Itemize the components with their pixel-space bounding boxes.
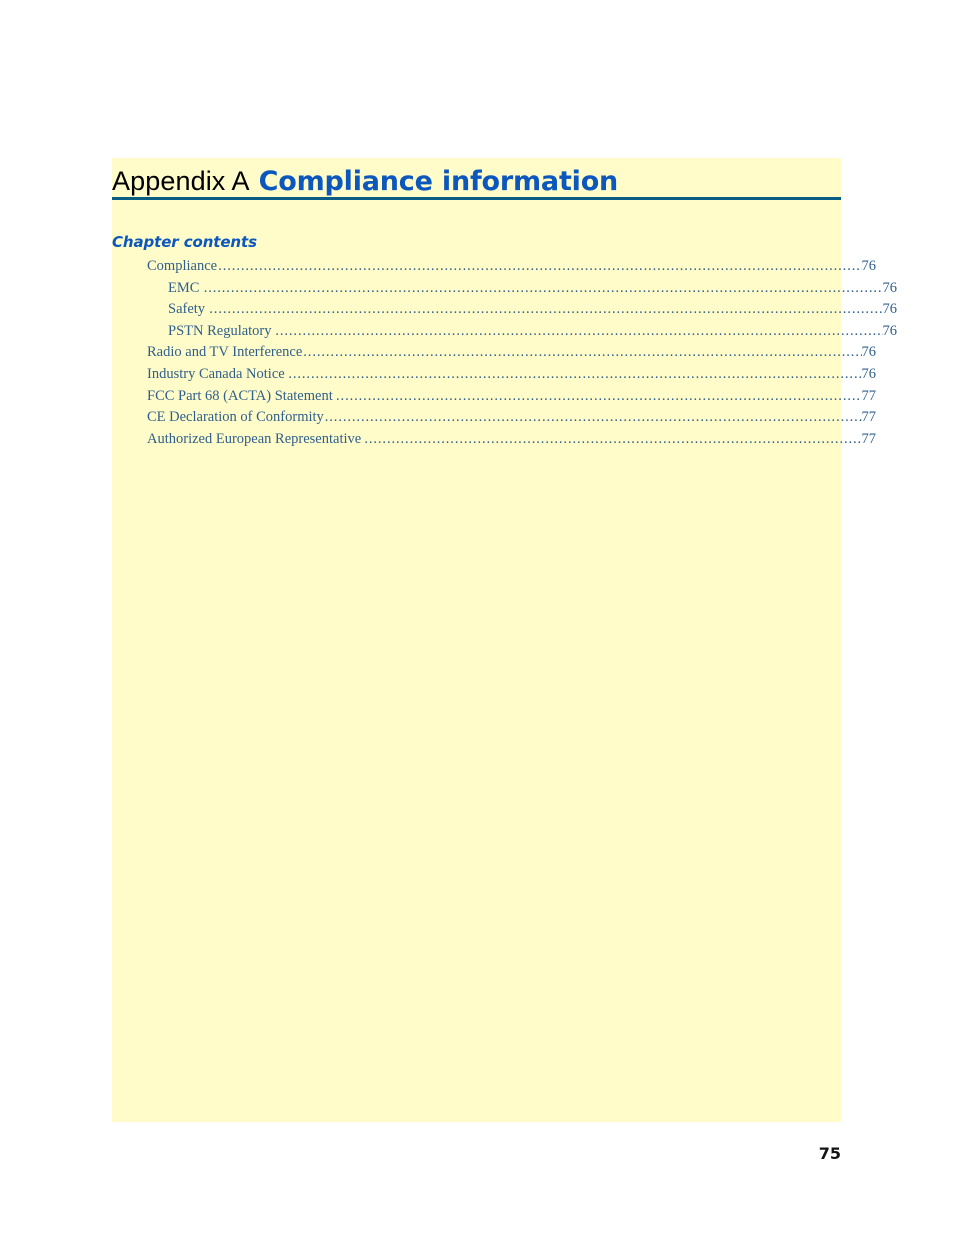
toc-entry-label: CE Declaration of Conformity [147, 409, 324, 426]
page-number: 75 [818, 1144, 841, 1163]
toc-entry-page: 76 [861, 258, 877, 274]
toc-leader-dots [288, 367, 861, 381]
toc-entry-label: Safety [168, 301, 206, 318]
toc-entry-page: 77 [861, 387, 877, 404]
toc-leader-dots [364, 432, 861, 446]
toc-entry[interactable]: Compliance 76 [112, 258, 876, 280]
appendix-title-row: Appendix A Compliance information [112, 158, 841, 196]
toc-entry-label: Compliance [147, 258, 218, 274]
chapter-opening-block: Appendix A Compliance information Chapte… [112, 158, 897, 1122]
toc-leader-dots [209, 302, 882, 316]
toc-leader-dots [204, 281, 883, 295]
toc-entry-label: Industry Canada Notice [147, 365, 285, 382]
toc-entry-page: 76 [882, 279, 898, 296]
toc-entry[interactable]: Radio and TV Interference 76 [112, 344, 876, 366]
toc-leader-dots [325, 410, 862, 424]
chapter-contents-heading: Chapter contents [112, 233, 257, 251]
toc-entry[interactable]: Industry Canada Notice 76 [112, 366, 876, 388]
toc-entry[interactable]: FCC Part 68 (ACTA) Statement 77 [112, 388, 876, 410]
toc-entry[interactable]: Authorized European Representative 77 [112, 431, 876, 453]
title-divider [112, 197, 841, 200]
toc-entry-label: FCC Part 68 (ACTA) Statement [147, 387, 333, 404]
toc-entry[interactable]: PSTN Regulatory 76 [112, 323, 897, 345]
toc-entry-label: EMC [168, 279, 200, 296]
toc-entry-page: 76 [861, 344, 877, 361]
toc-entry-page: 76 [882, 322, 898, 339]
toc-entry[interactable]: CE Declaration of Conformity 77 [112, 409, 876, 431]
toc-entry[interactable]: Safety 76 [112, 301, 897, 323]
toc-entry-label: PSTN Regulatory [168, 322, 272, 339]
toc-entry[interactable]: EMC 76 [112, 280, 897, 302]
toc-entry-label: Radio and TV Interference [147, 344, 303, 361]
toc-entry-page: 77 [861, 409, 877, 426]
page-title: Compliance information [258, 166, 619, 197]
document-page: Appendix A Compliance information Chapte… [0, 0, 954, 1235]
toc-leader-dots [336, 389, 861, 403]
appendix-label: Appendix A [112, 166, 250, 196]
toc-leader-dots [218, 259, 861, 273]
table-of-contents: Compliance76EMC76Safety76PSTN Regulatory… [112, 258, 897, 452]
toc-entry-page: 77 [861, 430, 877, 447]
toc-leader-dots [275, 324, 882, 338]
toc-leader-dots [303, 345, 861, 359]
toc-entry-page: 76 [882, 301, 898, 318]
toc-entry-label: Authorized European Representative [147, 430, 362, 447]
toc-entry-page: 76 [861, 365, 877, 382]
